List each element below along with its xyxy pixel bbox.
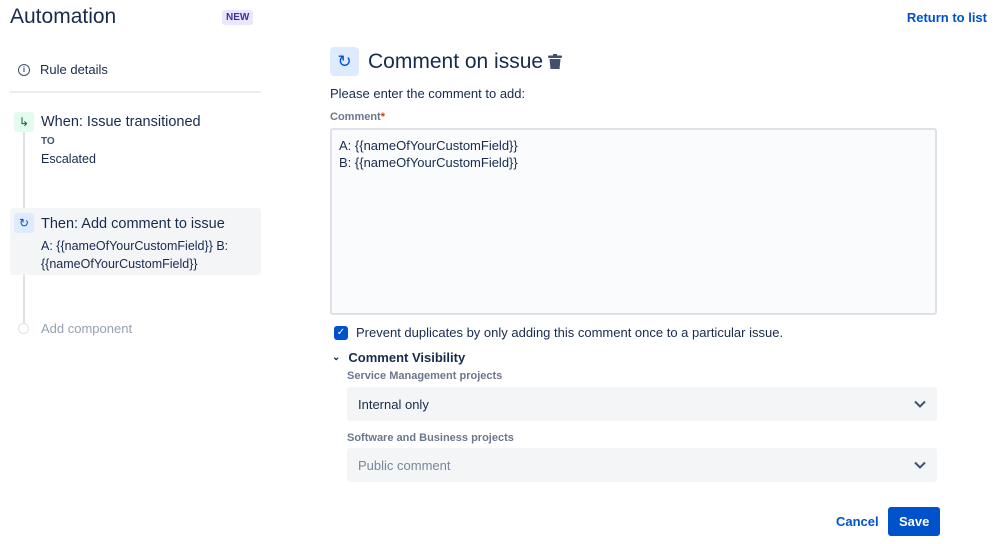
transition-icon: ↳ <box>14 112 34 132</box>
instructions: Please enter the comment to add: <box>330 86 526 101</box>
action-component[interactable]: ↻ Then: Add comment to issue A: {{nameOf… <box>10 208 261 275</box>
info-icon: i <box>18 63 30 76</box>
trigger-to-value: Escalated <box>41 152 96 166</box>
return-to-list-link[interactable]: Return to list <box>907 10 987 25</box>
save-button[interactable]: Save <box>888 507 941 536</box>
comment-icon: ↻ <box>330 47 359 76</box>
trigger-title: When: Issue transitioned <box>41 114 201 130</box>
trigger-component[interactable]: ↳ When: Issue transitioned TO Escalated <box>14 112 201 166</box>
software-visibility-select[interactable]: Public comment <box>347 448 937 482</box>
chevron-down-icon <box>914 461 926 469</box>
page-title: Comment on issue <box>368 50 544 73</box>
add-component-button[interactable]: Add component <box>18 321 132 336</box>
trash-icon[interactable] <box>548 54 562 69</box>
service-visibility-select[interactable]: Internal only <box>347 387 937 421</box>
prevent-duplicates-label: Prevent duplicates by only adding this c… <box>356 325 784 340</box>
cancel-button[interactable]: Cancel <box>826 507 889 536</box>
comment-visibility-title: Comment Visibility <box>348 350 466 365</box>
comment-visibility-toggle[interactable]: ⌄ Comment Visibility <box>332 350 465 365</box>
action-title: Then: Add comment to issue <box>41 216 225 232</box>
app-title: Automation <box>10 5 117 28</box>
divider <box>10 91 261 93</box>
service-visibility-value: Internal only <box>358 396 429 412</box>
software-visibility-placeholder: Public comment <box>358 457 451 473</box>
checkmark-icon: ✓ <box>334 325 348 340</box>
software-business-label: Software and Business projects <box>347 432 514 444</box>
rule-details-label: Rule details <box>40 62 108 77</box>
new-badge: NEW <box>222 10 254 25</box>
action-summary: A: {{nameOfYourCustomField}} B: {{nameOf… <box>41 239 229 271</box>
chevron-down-icon: ⌄ <box>332 352 341 363</box>
comment-textarea[interactable] <box>330 128 937 315</box>
prevent-duplicates-checkbox[interactable]: ✓ Prevent duplicates by only adding this… <box>334 325 783 340</box>
comment-label: Comment* <box>330 111 386 123</box>
add-circle-icon <box>18 323 29 334</box>
service-management-label: Service Management projects <box>347 370 503 382</box>
chevron-down-icon <box>914 400 926 408</box>
comment-icon: ↻ <box>14 213 34 233</box>
sidebar-item-rule-details[interactable]: i Rule details <box>18 62 108 77</box>
add-component-label: Add component <box>41 321 133 336</box>
trigger-to-label: TO <box>41 136 55 147</box>
